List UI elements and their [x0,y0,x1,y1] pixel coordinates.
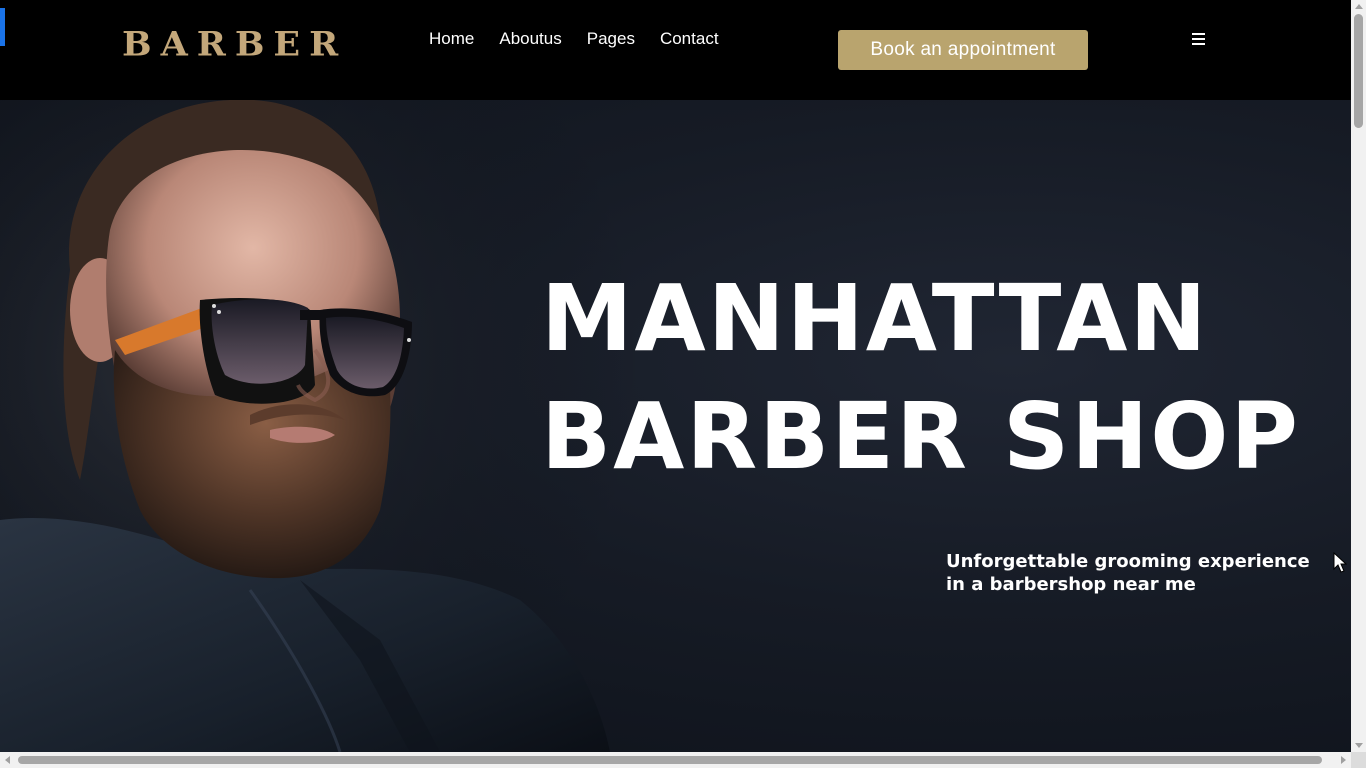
horizontal-scroll-thumb[interactable] [18,756,1322,764]
hero-title-line-2: BARBER SHOP [541,383,1300,490]
hero-section: MANHATTAN BARBER SHOP Unforgettable groo… [0,100,1351,752]
nav-aboutus[interactable]: Aboutus [499,29,561,49]
horizontal-scrollbar[interactable] [0,752,1351,768]
nav-home[interactable]: Home [429,29,474,49]
mouse-cursor-icon [1333,552,1347,573]
hero-title-line-1: MANHATTAN [541,265,1209,372]
scroll-up-arrow-icon[interactable] [1355,4,1363,9]
nav-contact[interactable]: Contact [660,29,719,49]
hero-subtitle: Unforgettable grooming experience in a b… [946,551,1310,595]
site-header: BARBER Home Aboutus Pages Contact Book a… [0,0,1351,100]
page: BARBER Home Aboutus Pages Contact Book a… [0,0,1366,768]
scroll-down-arrow-icon[interactable] [1355,743,1363,748]
site-logo[interactable]: BARBER [122,26,347,63]
scrollbar-corner [1351,752,1366,768]
vertical-scrollbar[interactable] [1351,0,1366,752]
scroll-left-arrow-icon[interactable] [5,756,10,764]
vertical-scroll-thumb[interactable] [1354,14,1363,128]
page-loading-indicator [0,8,5,46]
hero-title: MANHATTAN BARBER SHOP [541,260,1300,496]
scroll-right-arrow-icon[interactable] [1341,756,1346,764]
browser-viewport: BARBER Home Aboutus Pages Contact Book a… [0,0,1351,752]
nav-pages[interactable]: Pages [587,29,635,49]
hamburger-menu-icon[interactable] [1191,31,1207,47]
book-appointment-button[interactable]: Book an appointment [838,30,1088,70]
main-nav: Home Aboutus Pages Contact [429,29,719,49]
